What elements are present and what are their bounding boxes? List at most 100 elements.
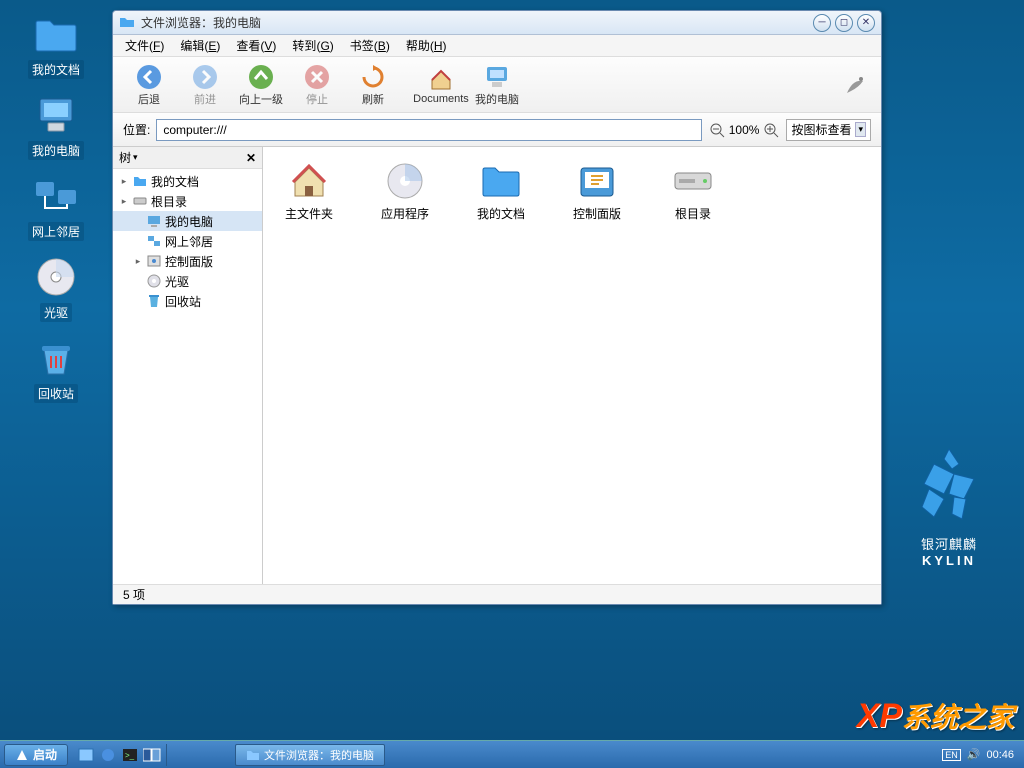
tree-network[interactable]: 网上邻居 <box>113 231 262 251</box>
minimize-button[interactable]: ─ <box>813 14 831 32</box>
file-area[interactable]: 主文件夹 应用程序 我的文档 控制面版 根目录 <box>263 147 881 584</box>
reload-icon <box>359 63 387 91</box>
computer-icon <box>32 91 80 139</box>
sidebar-close-button[interactable]: ✕ <box>246 151 256 165</box>
zoom-controls: 100% <box>708 121 781 139</box>
ql-browser[interactable] <box>98 745 118 765</box>
computer-icon <box>146 213 162 229</box>
sidebar: 树 ▾ ✕ ▸我的文档 ▸根目录 我的电脑 网上邻居 ▸控制面版 光驱 回收站 <box>113 147 263 584</box>
menu-edit[interactable]: 编辑(E) <box>172 35 228 56</box>
ql-workspace[interactable] <box>142 745 162 765</box>
expander-icon[interactable]: ▸ <box>119 176 129 187</box>
close-button[interactable]: ✕ <box>857 14 875 32</box>
kylin-name-zh: 银河麒麟 <box>904 534 994 553</box>
ql-terminal[interactable]: >_ <box>120 745 140 765</box>
view-mode-select[interactable]: 按图标查看 ▾ <box>786 119 871 141</box>
start-button[interactable]: 启动 <box>4 744 68 766</box>
tree-trash[interactable]: 回收站 <box>113 291 262 311</box>
desktop-icon-cdrom[interactable]: 光驱 <box>20 253 92 322</box>
tree-cdrom[interactable]: 光驱 <box>113 271 262 291</box>
computer-icon <box>483 63 511 91</box>
desktop-icon-label: 光驱 <box>40 303 72 322</box>
folder-icon <box>479 159 523 203</box>
applications-icon <box>383 159 427 203</box>
desktop-icon-label: 我的文档 <box>28 60 84 79</box>
location-bar: 位置: 100% 按图标查看 ▾ <box>113 113 881 147</box>
tree-control-panel[interactable]: ▸控制面版 <box>113 251 262 271</box>
reload-button[interactable]: 刷新 <box>345 63 401 107</box>
tray-volume-icon[interactable]: 🔊 <box>967 748 981 761</box>
desktop-icon-my-computer[interactable]: 我的电脑 <box>20 91 92 160</box>
folder-icon <box>246 749 260 761</box>
menu-go[interactable]: 转到(G) <box>284 35 341 56</box>
desktop-icon-my-documents[interactable]: 我的文档 <box>20 10 92 79</box>
expander-icon[interactable]: ▸ <box>119 196 129 207</box>
tree-my-computer[interactable]: 我的电脑 <box>113 211 262 231</box>
status-text: 5 项 <box>123 586 145 603</box>
window-controls: ─ ◻ ✕ <box>813 14 875 32</box>
stop-icon <box>303 63 331 91</box>
home-icon <box>287 159 331 203</box>
desktop-icon-recycle-bin[interactable]: 回收站 <box>20 334 92 403</box>
taskbar: 启动 >_ 文件浏览器：我的电脑 EN 🔊 00:46 <box>0 740 1024 768</box>
network-icon <box>146 233 162 249</box>
location-input[interactable] <box>156 119 701 141</box>
documents-button[interactable]: Documents <box>413 65 469 105</box>
ql-show-desktop[interactable] <box>76 745 96 765</box>
kylin-logo-icon <box>904 439 994 529</box>
desktop-icon-label: 回收站 <box>34 384 78 403</box>
file-browser-window: 文件浏览器：我的电脑 ─ ◻ ✕ 文件(F) 编辑(E) 查看(V) 转到(G)… <box>112 10 882 605</box>
desktop-icons: 我的文档 我的电脑 网上邻居 光驱 回收站 <box>20 10 92 403</box>
trash-icon <box>146 293 162 309</box>
menu-file[interactable]: 文件(F) <box>117 35 172 56</box>
watermark: XP系统之家 <box>857 696 1014 736</box>
menu-bookmarks[interactable]: 书签(B) <box>342 35 398 56</box>
settings-icon <box>146 253 162 269</box>
location-label: 位置: <box>123 121 150 138</box>
up-button[interactable]: 向上一级 <box>233 63 289 107</box>
titlebar[interactable]: 文件浏览器：我的电脑 ─ ◻ ✕ <box>113 11 881 35</box>
sidebar-title: 树 <box>119 149 131 166</box>
home-icon <box>427 65 455 93</box>
content-area: 树 ▾ ✕ ▸我的文档 ▸根目录 我的电脑 网上邻居 ▸控制面版 光驱 回收站 … <box>113 147 881 584</box>
file-my-documents[interactable]: 我的文档 <box>463 159 539 222</box>
control-panel-icon <box>575 159 619 203</box>
drive-icon <box>132 193 148 209</box>
svg-text:>_: >_ <box>125 751 135 760</box>
desktop-icon-label: 网上邻居 <box>28 222 84 241</box>
back-button[interactable]: 后退 <box>121 63 177 107</box>
chevron-down-icon[interactable]: ▾ <box>133 152 138 163</box>
up-arrow-icon <box>247 63 275 91</box>
zoom-out-button[interactable] <box>708 121 726 139</box>
menubar: 文件(F) 编辑(E) 查看(V) 转到(G) 书签(B) 帮助(H) <box>113 35 881 57</box>
zoom-level: 100% <box>729 123 760 137</box>
zoom-in-button[interactable] <box>762 121 780 139</box>
recycle-icon <box>32 334 80 382</box>
taskbar-task[interactable]: 文件浏览器：我的电脑 <box>235 744 385 766</box>
menu-help[interactable]: 帮助(H) <box>398 35 455 56</box>
desktop-icon-network[interactable]: 网上邻居 <box>20 172 92 241</box>
file-root-drive[interactable]: 根目录 <box>655 159 731 222</box>
tree-root[interactable]: ▸根目录 <box>113 191 262 211</box>
expander-icon[interactable]: ▸ <box>133 256 143 267</box>
start-icon <box>15 748 29 762</box>
window-icon <box>119 15 135 31</box>
stop-button[interactable]: 停止 <box>289 63 345 107</box>
file-control-panel[interactable]: 控制面版 <box>559 159 635 222</box>
menu-view[interactable]: 查看(V) <box>228 35 284 56</box>
network-icon <box>32 172 80 220</box>
tray-input-icon[interactable]: EN <box>942 749 961 761</box>
file-applications[interactable]: 应用程序 <box>367 159 443 222</box>
computer-button[interactable]: 我的电脑 <box>469 63 525 107</box>
window-title: 文件浏览器：我的电脑 <box>141 14 813 31</box>
toolbar: 后退 前进 向上一级 停止 刷新 Documents 我的电脑 <box>113 57 881 113</box>
tree-my-documents[interactable]: ▸我的文档 <box>113 171 262 191</box>
maximize-button[interactable]: ◻ <box>835 14 853 32</box>
drive-icon <box>671 159 715 203</box>
back-arrow-icon <box>135 63 163 91</box>
file-home-folder[interactable]: 主文件夹 <box>271 159 347 222</box>
clock: 00:46 <box>986 749 1014 761</box>
sidebar-header: 树 ▾ ✕ <box>113 147 262 169</box>
forward-button[interactable]: 前进 <box>177 63 233 107</box>
chevron-down-icon: ▾ <box>855 122 866 137</box>
